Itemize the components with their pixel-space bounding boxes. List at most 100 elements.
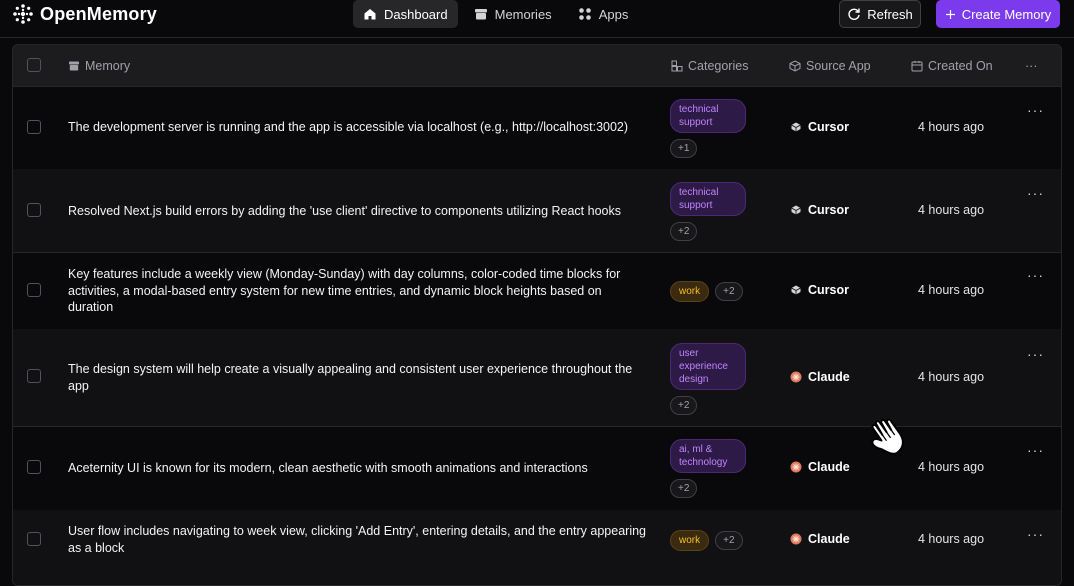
nav-dashboard[interactable]: Dashboard (353, 0, 458, 28)
header-created-on[interactable]: Created On (911, 45, 993, 86)
header-categories[interactable]: Categories (671, 45, 748, 86)
category-tag[interactable]: work (670, 281, 710, 302)
app-name: OpenMemory (40, 3, 158, 24)
cursor-icon (791, 122, 801, 132)
source-app: Claude (790, 370, 850, 384)
memory-text: Aceternity UI is known for its modern, c… (68, 461, 588, 475)
archive-icon (69, 61, 79, 70)
nav-memories[interactable]: Memories (464, 0, 562, 28)
memory-text: The development server is running and th… (68, 120, 629, 134)
categories-icon (671, 60, 683, 71)
row-checkbox[interactable] (27, 283, 41, 297)
memory-text: User flow includes navigating to week vi… (68, 524, 647, 555)
created-on: 4 hours ago (918, 460, 985, 474)
header-memory[interactable]: Memory (68, 45, 130, 86)
source-app: Cursor (790, 120, 849, 134)
more-categories-badge[interactable]: +2 (715, 531, 743, 550)
categories-cell: ai, ml & technology +2 (670, 439, 746, 498)
row-more-button[interactable]: ··· (1027, 267, 1044, 283)
categories-cell: work +2 (670, 281, 743, 302)
created-on: 4 hours ago (918, 532, 985, 546)
category-tag[interactable]: technical support (670, 182, 746, 216)
select-all-checkbox[interactable] (27, 58, 41, 72)
table-row[interactable]: Key features include a weekly view (Mond… (13, 252, 1061, 330)
table-row[interactable]: User flow includes navigating to week vi… (13, 510, 1061, 585)
header-source-app-label: Source App (806, 58, 871, 73)
nav-apps-label: Apps (598, 6, 629, 22)
app-logo[interactable]: OpenMemory (12, 3, 157, 25)
categories-cell: work +2 (670, 530, 743, 551)
category-tag[interactable]: work (670, 530, 710, 551)
apps-icon (578, 8, 591, 20)
memory-text: Key features include a weekly view (Mond… (68, 267, 621, 314)
row-more-button[interactable]: ··· (1027, 442, 1044, 458)
create-memory-button[interactable]: Create Memory (936, 0, 1060, 28)
more-categories-badge[interactable]: +2 (670, 479, 698, 498)
refresh-icon (848, 8, 860, 20)
memory-text: The design system will help create a vis… (68, 362, 633, 393)
source-app: Cursor (790, 283, 849, 297)
source-app-name: Claude (808, 370, 850, 384)
memories-table: Memory Categories Source App Created On … (12, 44, 1062, 586)
source-app: Claude (790, 460, 850, 474)
table-row[interactable]: The development server is running and th… (13, 86, 1061, 170)
claude-icon (790, 371, 802, 383)
nav-dashboard-label: Dashboard (384, 6, 448, 22)
header-memory-label: Memory (85, 58, 131, 73)
header-categories-label: Categories (688, 58, 749, 73)
more-categories-badge[interactable]: +2 (670, 396, 698, 415)
created-on: 4 hours ago (918, 120, 985, 134)
header-source-app[interactable]: Source App (789, 45, 871, 86)
logo-icon (13, 4, 33, 24)
header-created-on-label: Created On (928, 58, 993, 73)
header-more-label: ··· (1025, 58, 1038, 73)
created-on: 4 hours ago (918, 203, 985, 217)
categories-cell: user experience design +2 (670, 343, 746, 415)
row-more-button[interactable]: ··· (1027, 346, 1044, 362)
row-checkbox[interactable] (27, 460, 41, 474)
table-row[interactable]: Resolved Next.js build errors by adding … (13, 169, 1061, 253)
source-app-name: Cursor (808, 203, 849, 217)
category-tag[interactable]: user experience design (670, 343, 746, 390)
memory-text: Resolved Next.js build errors by adding … (68, 204, 621, 218)
row-more-button[interactable]: ··· (1027, 102, 1044, 118)
created-on: 4 hours ago (918, 283, 985, 297)
row-more-button[interactable]: ··· (1027, 526, 1044, 542)
source-app-name: Claude (808, 532, 850, 546)
row-checkbox[interactable] (27, 120, 41, 134)
categories-cell: technical support +1 (670, 99, 746, 158)
source-app: Claude (790, 532, 850, 546)
more-categories-badge[interactable]: +2 (670, 222, 698, 241)
source-app-name: Claude (808, 460, 850, 474)
create-memory-label: Create Memory (961, 6, 1052, 22)
refresh-button[interactable]: Refresh (839, 0, 921, 28)
hand-pointer-icon (871, 418, 904, 455)
source-app-name: Cursor (808, 283, 849, 297)
row-checkbox[interactable] (27, 369, 41, 383)
calendar-icon (911, 60, 923, 71)
row-more-button[interactable]: ··· (1027, 185, 1044, 201)
header-more-button[interactable]: ··· (1025, 45, 1038, 86)
cursor-icon (791, 205, 801, 215)
table-header: Memory Categories Source App Created On … (13, 45, 1061, 87)
source-app-name: Cursor (808, 120, 849, 134)
claude-icon (790, 533, 802, 545)
created-on: 4 hours ago (918, 370, 985, 384)
more-categories-badge[interactable]: +1 (670, 139, 698, 158)
nav-apps[interactable]: Apps (568, 0, 639, 28)
categories-cell: technical support +2 (670, 182, 746, 241)
row-checkbox[interactable] (27, 203, 41, 217)
refresh-label: Refresh (867, 6, 913, 22)
source-app: Cursor (790, 203, 849, 217)
more-categories-badge[interactable]: +2 (715, 282, 743, 301)
box-icon (789, 59, 801, 72)
nav-memories-label: Memories (494, 6, 552, 22)
archive-icon (474, 9, 487, 20)
top-bar: OpenMemory Dashboard Memories Apps Refre… (0, 0, 1074, 38)
row-checkbox[interactable] (27, 532, 41, 546)
cursor-icon (791, 285, 801, 295)
category-tag[interactable]: technical support (670, 99, 746, 133)
home-icon (364, 9, 376, 20)
claude-icon (790, 461, 802, 473)
category-tag[interactable]: ai, ml & technology (670, 439, 746, 473)
